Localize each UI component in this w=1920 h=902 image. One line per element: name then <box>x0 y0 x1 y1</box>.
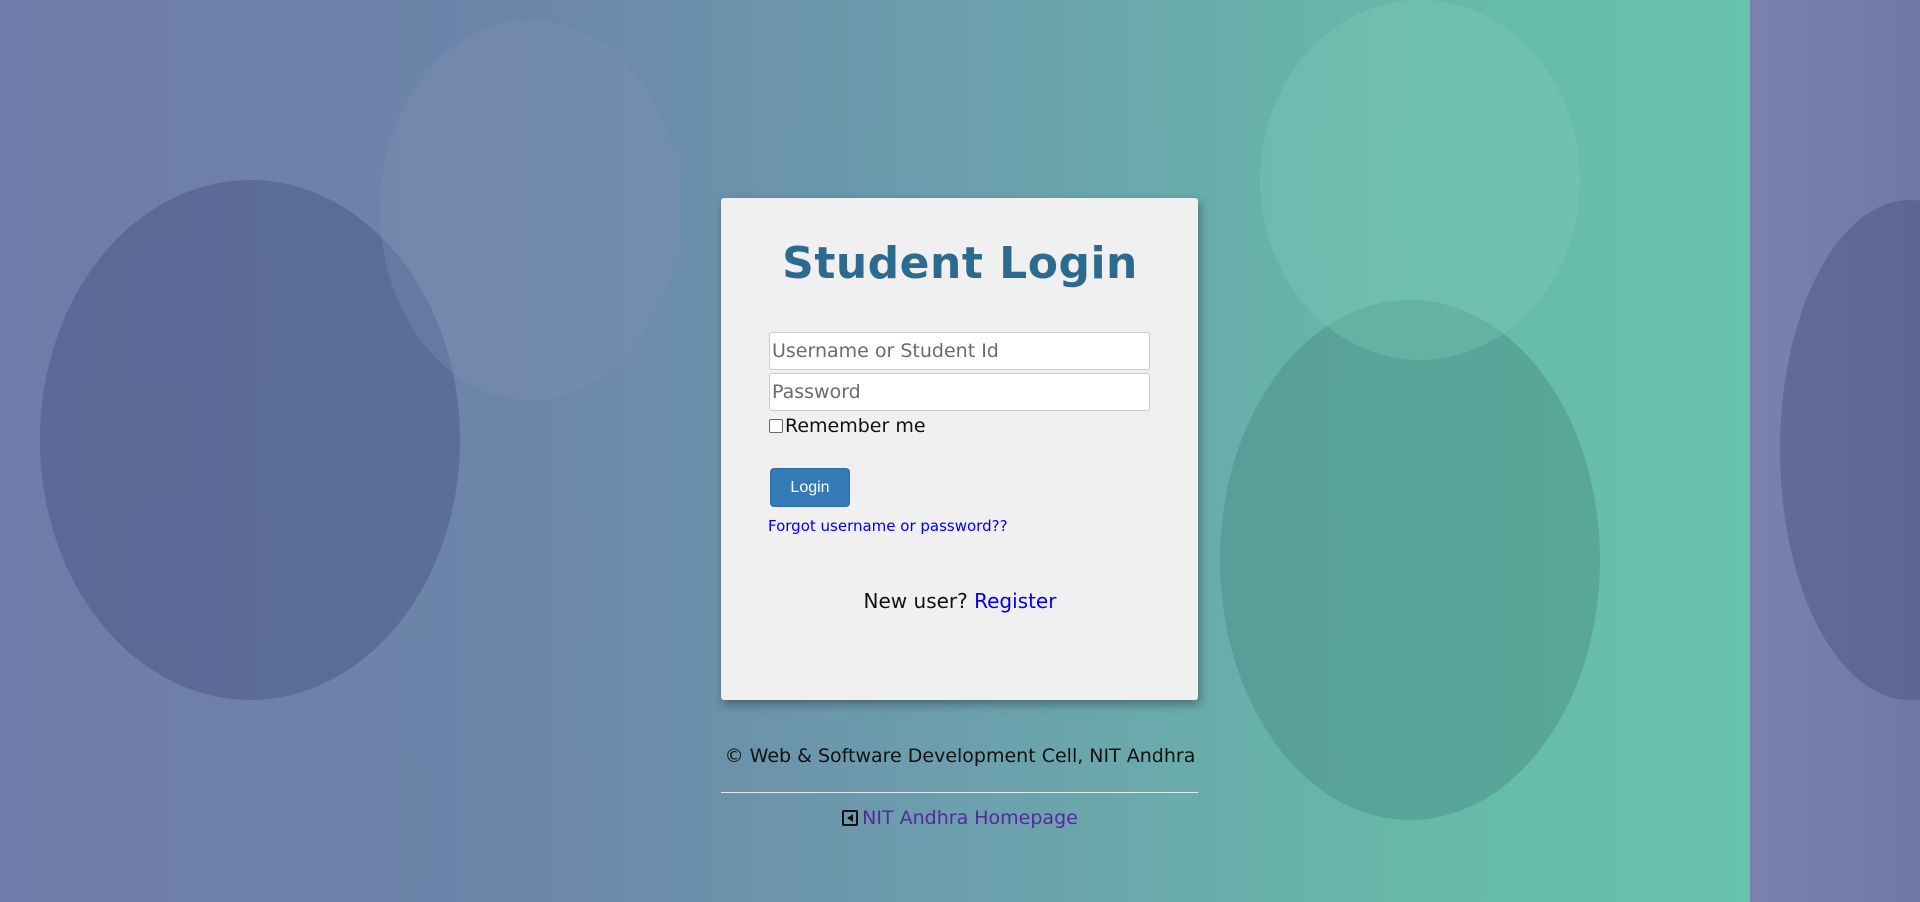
copyright-text: © Web & Software Development Cell, NIT A… <box>724 745 1196 767</box>
remember-me-label: Remember me <box>785 415 926 437</box>
footer-divider <box>721 792 1198 793</box>
username-input[interactable] <box>769 332 1150 370</box>
homepage-link[interactable]: NIT Andhra Homepage <box>862 807 1078 829</box>
arrow-square-left-icon <box>842 810 859 826</box>
forgot-credentials-link[interactable]: Forgot username or password?? <box>768 517 1008 535</box>
bg-figure-right <box>1220 300 1600 820</box>
login-button[interactable]: Login <box>770 468 850 507</box>
remember-me-row: Remember me <box>769 414 926 438</box>
new-user-prompt: New user? <box>863 589 975 613</box>
new-user-row: New user? Register <box>0 589 1920 613</box>
remember-me-checkbox[interactable] <box>769 419 783 433</box>
register-link[interactable]: Register <box>974 589 1056 613</box>
page-title: Student Login <box>782 238 1138 289</box>
bg-figure-top-right <box>1260 0 1580 360</box>
homepage-row: NIT Andhra Homepage <box>0 805 1920 829</box>
bg-figure-standing <box>380 20 680 400</box>
password-input[interactable] <box>769 373 1150 411</box>
